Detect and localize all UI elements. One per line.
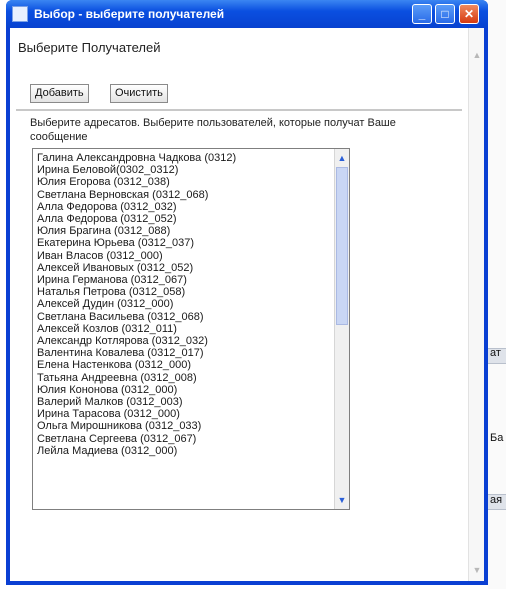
recipient-list-item[interactable]: Юлия Брагина (0312_088) [37, 225, 327, 237]
background-text: Ба [490, 432, 504, 444]
clear-button[interactable]: Очистить [110, 84, 168, 103]
recipient-list-item[interactable]: Екатерина Юрьева (0312_037) [37, 237, 327, 249]
recipient-list-item[interactable]: Татьяна Андреевна (0312_008) [37, 372, 327, 384]
recipients-listbox[interactable]: Галина Александровна Чадкова (0312) Ирина… [32, 148, 350, 510]
recipient-dialog-window: Выбор - выберите получателей _ □ ✕ Выбер… [6, 0, 488, 585]
recipient-list-item[interactable]: Алла Федорова (0312_052) [37, 213, 327, 225]
recipient-list-item[interactable]: Елена Настенкова (0312_000) [37, 359, 327, 371]
listbox-scrollbar[interactable]: ▲ ▼ [334, 149, 349, 509]
window-icon [12, 6, 28, 22]
minimize-icon: _ [418, 7, 426, 21]
scroll-down-arrow-icon[interactable]: ▼ [336, 493, 348, 507]
dialog-body: Выберите Получателей Добавить Очистить В… [10, 28, 484, 581]
recipient-list-item[interactable]: Алексей Ивановых (0312_052) [37, 262, 327, 274]
recipient-list-item[interactable]: Валерий Малков (0312_003) [37, 396, 327, 408]
recipient-list-item[interactable]: Валентина Ковалева (0312_017) [37, 347, 327, 359]
recipient-list-item[interactable]: Светлана Васильева (0312_068) [37, 311, 327, 323]
scrollbar-thumb[interactable] [336, 167, 348, 325]
close-button[interactable]: ✕ [459, 4, 479, 24]
background-text: ат [490, 347, 501, 359]
recipient-list-item[interactable]: Светлана Сергеева (0312_067) [37, 433, 327, 445]
recipient-list-item[interactable]: Юлия Егорова (0312_038) [37, 176, 327, 188]
close-icon: ✕ [463, 7, 475, 21]
recipient-list-item[interactable]: Юлия Кононова (0312_000) [37, 384, 327, 396]
recipient-list-item[interactable]: Ирина Беловой(0302_0312) [37, 164, 327, 176]
background-text: ая [490, 494, 503, 506]
window-scrollbar[interactable]: ▲ ▼ [468, 28, 484, 581]
recipient-list-item[interactable]: Алла Федорова (0312_032) [37, 201, 327, 213]
instructions-text: Выберите адресатов. Выберите пользовател… [30, 117, 396, 143]
maximize-icon: □ [441, 7, 449, 21]
title-bar[interactable]: Выбор - выберите получателей _ □ ✕ [6, 0, 488, 28]
recipient-list-item[interactable]: Алексей Дудин (0312_000) [37, 298, 327, 310]
divider [16, 109, 462, 111]
scroll-up-arrow-icon[interactable]: ▲ [471, 48, 483, 62]
recipient-list-item[interactable]: Наталья Петрова (0312_058) [37, 286, 327, 298]
recipient-list-item[interactable]: Алексей Козлов (0312_011) [37, 323, 327, 335]
window-title: Выбор - выберите получателей [34, 7, 225, 21]
scroll-up-arrow-icon[interactable]: ▲ [336, 151, 348, 165]
scroll-down-arrow-icon[interactable]: ▼ [471, 563, 483, 577]
recipient-list-item[interactable]: Лейла Мадиева (0312_000) [37, 445, 327, 457]
recipient-list-item[interactable]: Иван Власов (0312_000) [37, 250, 327, 262]
recipient-list-item[interactable]: Александр Котлярова (0312_032) [37, 335, 327, 347]
maximize-button[interactable]: □ [435, 4, 455, 24]
recipient-list-item[interactable]: Галина Александровна Чадкова (0312) [37, 152, 327, 164]
add-button[interactable]: Добавить [30, 84, 89, 103]
recipient-list-item[interactable]: Ольга Мирошникова (0312_033) [37, 420, 327, 432]
recipient-list-item[interactable]: Ирина Германова (0312_067) [37, 274, 327, 286]
minimize-button[interactable]: _ [412, 4, 432, 24]
dialog-heading: Выберите Получателей [18, 40, 161, 55]
recipient-list-item[interactable]: Светлана Верновская (0312_068) [37, 189, 327, 201]
recipient-list-item[interactable]: Ирина Тарасова (0312_000) [37, 408, 327, 420]
recipients-list: Галина Александровна Чадкова (0312) Ирина… [37, 152, 327, 457]
